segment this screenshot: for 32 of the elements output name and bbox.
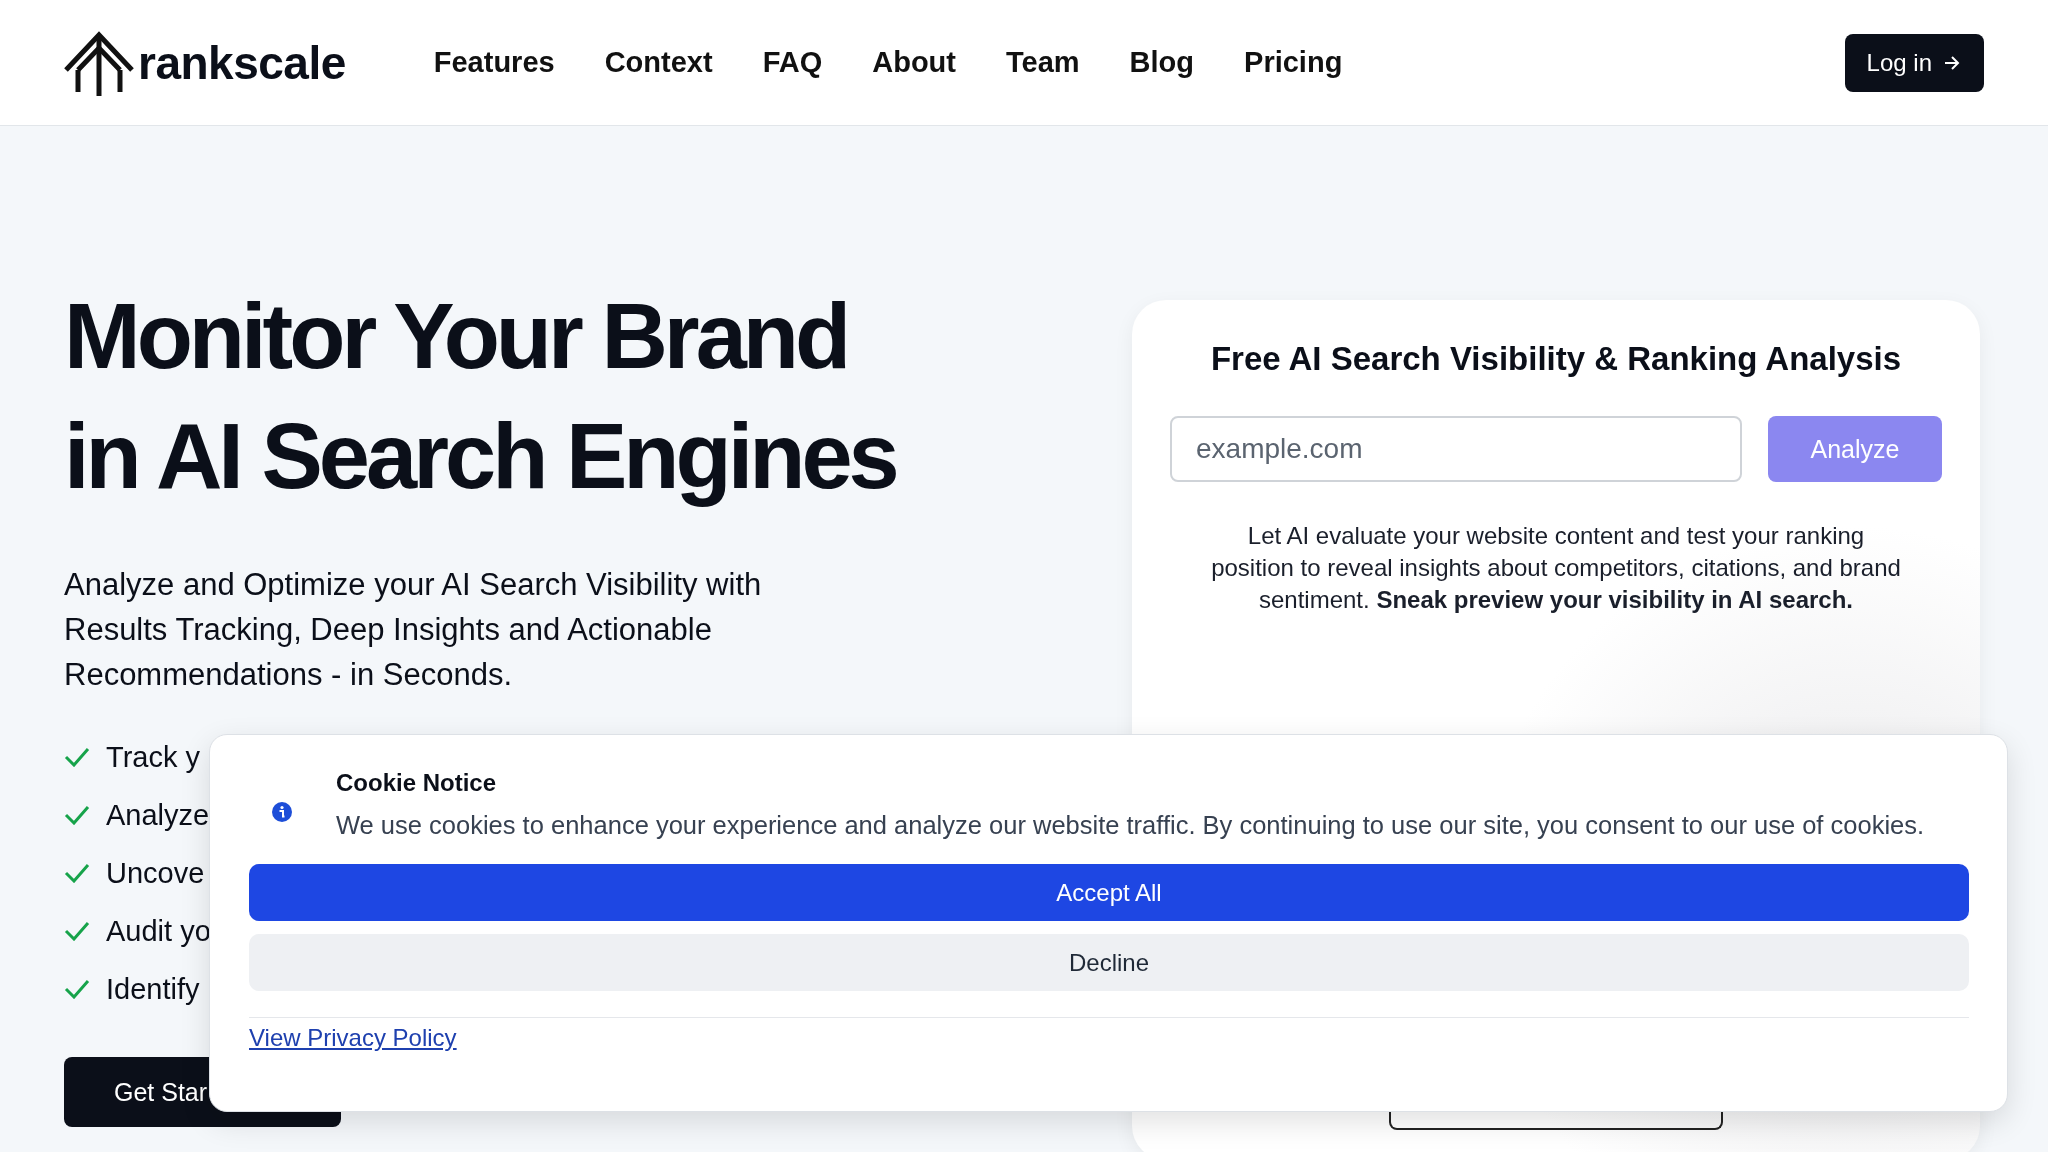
hero-subtitle: Analyze and Optimize your AI Search Visibility with Results Tracking, Deep Insights and Actionable Recommendations - in Seconds. bbox=[64, 566, 763, 694]
hero-title-line: Monitor Your Brand bbox=[64, 284, 849, 389]
nav-link[interactable]: Context bbox=[604, 46, 713, 79]
feature-text: Audit yo bbox=[106, 914, 211, 948]
hero-title-line: in AI Search Engines bbox=[64, 404, 896, 509]
check-icon bbox=[64, 921, 90, 941]
login-button[interactable]: Log in bbox=[1844, 33, 1984, 92]
card-description: Let AI evaluate your website content and test your ranking position to reveal insights about competitors, citations, and brand sentiment. Sneak preview your visibility in AI search. bbox=[1210, 521, 1902, 615]
feature-text: Identify bbox=[106, 972, 200, 1006]
accept-all-button[interactable]: Accept All bbox=[249, 864, 1969, 921]
nav-link[interactable]: About bbox=[872, 46, 956, 79]
info-icon bbox=[272, 802, 292, 822]
logo-icon bbox=[64, 29, 134, 96]
nav-link[interactable]: Team bbox=[1006, 46, 1080, 79]
check-icon bbox=[64, 747, 90, 767]
privacy-policy-link[interactable]: View Privacy Policy bbox=[249, 1024, 457, 1052]
check-icon bbox=[64, 863, 90, 883]
cookie-message: We use cookies to enhance your experience and analyze our website traffic. By continuing to use our site, you consent to our use of cookies. bbox=[336, 811, 1925, 840]
nav-link[interactable]: FAQ bbox=[762, 46, 823, 79]
feature-text: Analyze bbox=[106, 798, 210, 832]
feature-text: Track y bbox=[106, 740, 200, 774]
nav-link[interactable]: Features bbox=[433, 46, 555, 79]
nav-link[interactable]: Blog bbox=[1129, 46, 1195, 79]
decline-button[interactable]: Decline bbox=[249, 934, 1969, 991]
domain-input-field[interactable]: example.com bbox=[1170, 416, 1742, 482]
check-icon bbox=[64, 979, 90, 999]
card-title: Free AI Search Visibility & Ranking Analysis bbox=[1210, 340, 1902, 378]
logo-text[interactable]: rankscale bbox=[138, 35, 346, 90]
feature-text: Uncove bbox=[106, 856, 205, 890]
nav-link[interactable]: Pricing bbox=[1244, 46, 1343, 79]
check-icon bbox=[64, 805, 90, 825]
cookie-title: Cookie Notice bbox=[336, 769, 498, 797]
